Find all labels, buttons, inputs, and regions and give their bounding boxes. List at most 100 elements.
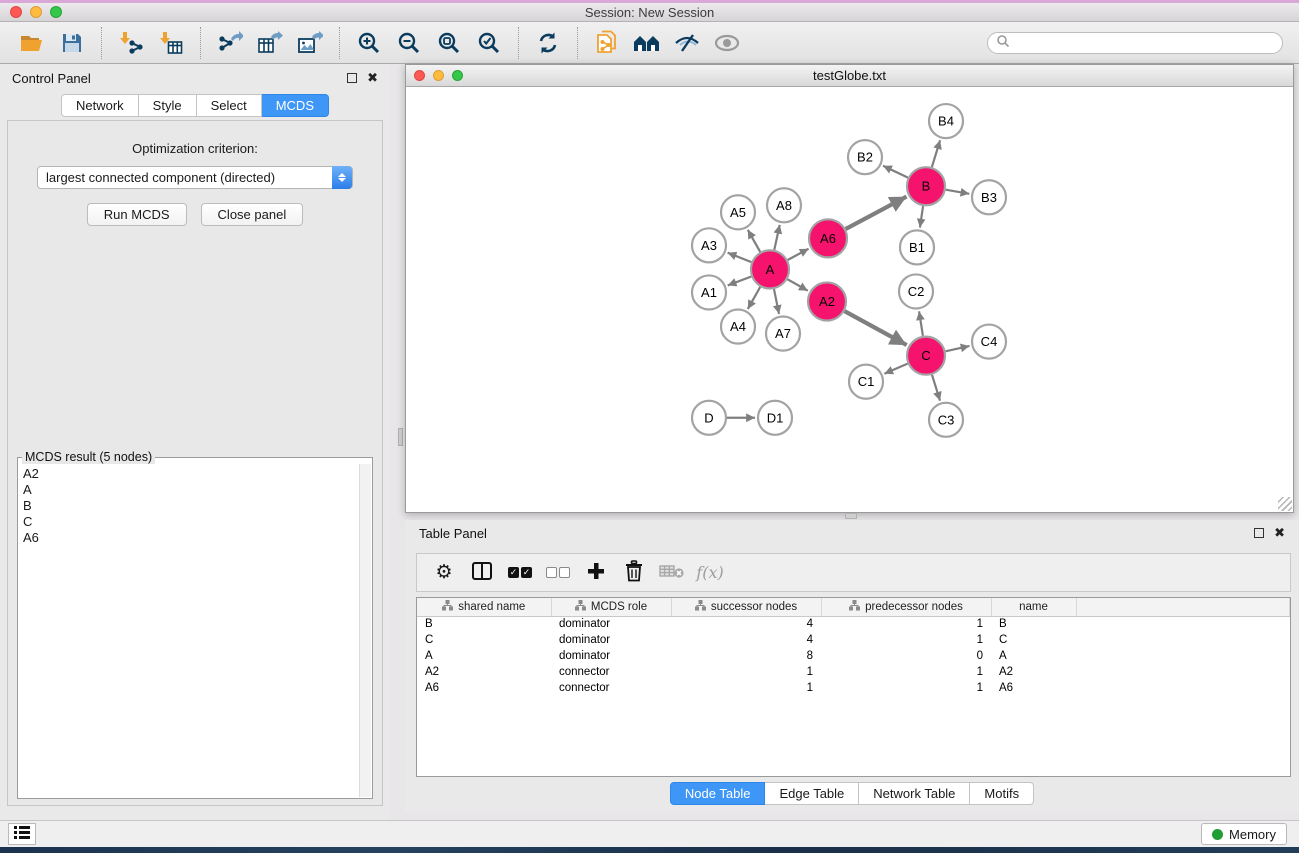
tab-network[interactable]: Network <box>61 94 139 117</box>
window-resize-grip[interactable] <box>1278 497 1292 511</box>
table-cell[interactable]: 8 <box>671 648 821 664</box>
export-table-button[interactable] <box>250 26 290 60</box>
close-panel-icon[interactable]: ✖ <box>1274 528 1285 538</box>
table-cell[interactable]: 1 <box>671 664 821 680</box>
select-all-columns-button[interactable]: ✓✓ <box>503 558 537 588</box>
task-monitor-button[interactable] <box>8 823 36 845</box>
table-cell[interactable]: 1 <box>671 680 821 696</box>
column-header-predecessor-nodes[interactable]: predecessor nodes <box>821 598 991 616</box>
table-row[interactable]: A6connector11A6 <box>417 680 1290 696</box>
graph-edge-B-B2[interactable] <box>883 166 908 178</box>
close-panel-button[interactable]: Close panel <box>201 203 304 226</box>
mcds-result-item[interactable]: A2 <box>23 466 359 482</box>
graph-edge-A-A1[interactable] <box>728 277 752 286</box>
tab-node-table[interactable]: Node Table <box>670 782 766 805</box>
table-cell[interactable] <box>1076 632 1290 648</box>
float-panel-icon[interactable] <box>1254 528 1264 538</box>
show-all-button[interactable] <box>707 26 747 60</box>
tab-network-table[interactable]: Network Table <box>859 782 970 805</box>
mcds-result-item[interactable]: B <box>23 498 359 514</box>
tab-motifs[interactable]: Motifs <box>970 782 1034 805</box>
export-image-button[interactable] <box>290 26 330 60</box>
open-button[interactable] <box>12 26 52 60</box>
column-header-mcds-role[interactable]: MCDS role <box>551 598 671 616</box>
table-cell[interactable]: A2 <box>417 664 551 680</box>
graph-edge-A-A5[interactable] <box>748 230 760 252</box>
tab-mcds[interactable]: MCDS <box>262 94 329 117</box>
table-cell[interactable]: 1 <box>821 680 991 696</box>
zoom-in-button[interactable] <box>349 26 389 60</box>
graph-edge-A-A6[interactable] <box>788 249 809 260</box>
table-cell[interactable]: connector <box>551 664 671 680</box>
table-cell[interactable] <box>1076 664 1290 680</box>
table-cell[interactable]: 4 <box>671 632 821 648</box>
settings-button[interactable]: ⚙ <box>427 558 461 588</box>
table-cell[interactable]: C <box>991 632 1076 648</box>
graph-edge-A-A7[interactable] <box>774 289 779 314</box>
table-cell[interactable]: A6 <box>417 680 551 696</box>
search-input[interactable] <box>1010 36 1274 50</box>
table-cell[interactable]: dominator <box>551 632 671 648</box>
delete-table-button[interactable] <box>655 558 689 588</box>
graph-edge-C-C4[interactable] <box>946 346 970 351</box>
mcds-result-item[interactable]: C <box>23 514 359 530</box>
table-cell[interactable]: 0 <box>821 648 991 664</box>
mcds-result-item[interactable]: A <box>23 482 359 498</box>
save-button[interactable] <box>52 26 92 60</box>
import-table-button[interactable] <box>151 26 191 60</box>
mcds-result-list[interactable]: A2ABCA6 <box>19 464 359 797</box>
import-network-button[interactable] <box>111 26 151 60</box>
criterion-select[interactable]: largest connected component (directed) <box>37 166 353 189</box>
graph-edge-C-C3[interactable] <box>932 375 940 401</box>
graph-edge-B-B3[interactable] <box>946 190 970 194</box>
first-neighbors-button[interactable] <box>627 26 667 60</box>
zoom-out-button[interactable] <box>389 26 429 60</box>
tab-style[interactable]: Style <box>139 94 197 117</box>
table-row[interactable]: Bdominator41B <box>417 616 1290 632</box>
table-cell[interactable]: B <box>991 616 1076 632</box>
column-header-name[interactable]: name <box>991 598 1076 616</box>
table-cell[interactable]: A2 <box>991 664 1076 680</box>
table-cell[interactable]: 1 <box>821 664 991 680</box>
table-cell[interactable]: A6 <box>991 680 1076 696</box>
network-canvas[interactable]: B4B2BB3A8A5A6A3B1AC2A1A2A4A7C4CC1DD1C3 <box>406 87 1293 512</box>
network-window-titlebar[interactable]: testGlobe.txt <box>406 65 1293 87</box>
table-row[interactable]: Cdominator41C <box>417 632 1290 648</box>
table-cell[interactable]: B <box>417 616 551 632</box>
delete-column-button[interactable] <box>617 558 651 588</box>
hide-selected-button[interactable] <box>667 26 707 60</box>
zoom-fit-button[interactable] <box>429 26 469 60</box>
graph-edge-C-C2[interactable] <box>919 311 923 336</box>
export-network-button[interactable] <box>210 26 250 60</box>
graph-edge-B-B1[interactable] <box>920 206 923 227</box>
table-cell[interactable] <box>1076 616 1290 632</box>
graph-edge-A6-B[interactable] <box>846 197 907 229</box>
apply-layout-button[interactable] <box>528 26 568 60</box>
table-cell[interactable]: dominator <box>551 648 671 664</box>
deselect-all-columns-button[interactable] <box>541 558 575 588</box>
tab-select[interactable]: Select <box>197 94 262 117</box>
mcds-result-scrollbar[interactable] <box>359 464 371 797</box>
run-mcds-button[interactable]: Run MCDS <box>87 203 187 226</box>
table-cell[interactable]: C <box>417 632 551 648</box>
graph-edge-A-A2[interactable] <box>787 279 807 290</box>
add-column-button[interactable] <box>579 558 613 588</box>
new-network-from-selection-button[interactable] <box>587 26 627 60</box>
graph-edge-A2-C[interactable] <box>845 311 907 345</box>
show-column-panel-button[interactable] <box>465 558 499 588</box>
table-cell[interactable] <box>1076 680 1290 696</box>
table-cell[interactable]: 1 <box>821 616 991 632</box>
graph-edge-B-B4[interactable] <box>932 140 940 167</box>
table-cell[interactable] <box>1076 648 1290 664</box>
memory-button[interactable]: Memory <box>1201 823 1287 845</box>
tab-edge-table[interactable]: Edge Table <box>765 782 859 805</box>
table-row[interactable]: A2connector11A2 <box>417 664 1290 680</box>
graph-edge-A-A8[interactable] <box>774 225 779 250</box>
float-panel-icon[interactable] <box>347 73 357 83</box>
graph-edge-A-A3[interactable] <box>728 253 752 262</box>
zoom-selected-button[interactable] <box>469 26 509 60</box>
table-cell[interactable]: A <box>417 648 551 664</box>
table-cell[interactable]: 4 <box>671 616 821 632</box>
close-panel-icon[interactable]: ✖ <box>367 73 378 83</box>
column-header-shared-name[interactable]: shared name <box>417 598 551 616</box>
